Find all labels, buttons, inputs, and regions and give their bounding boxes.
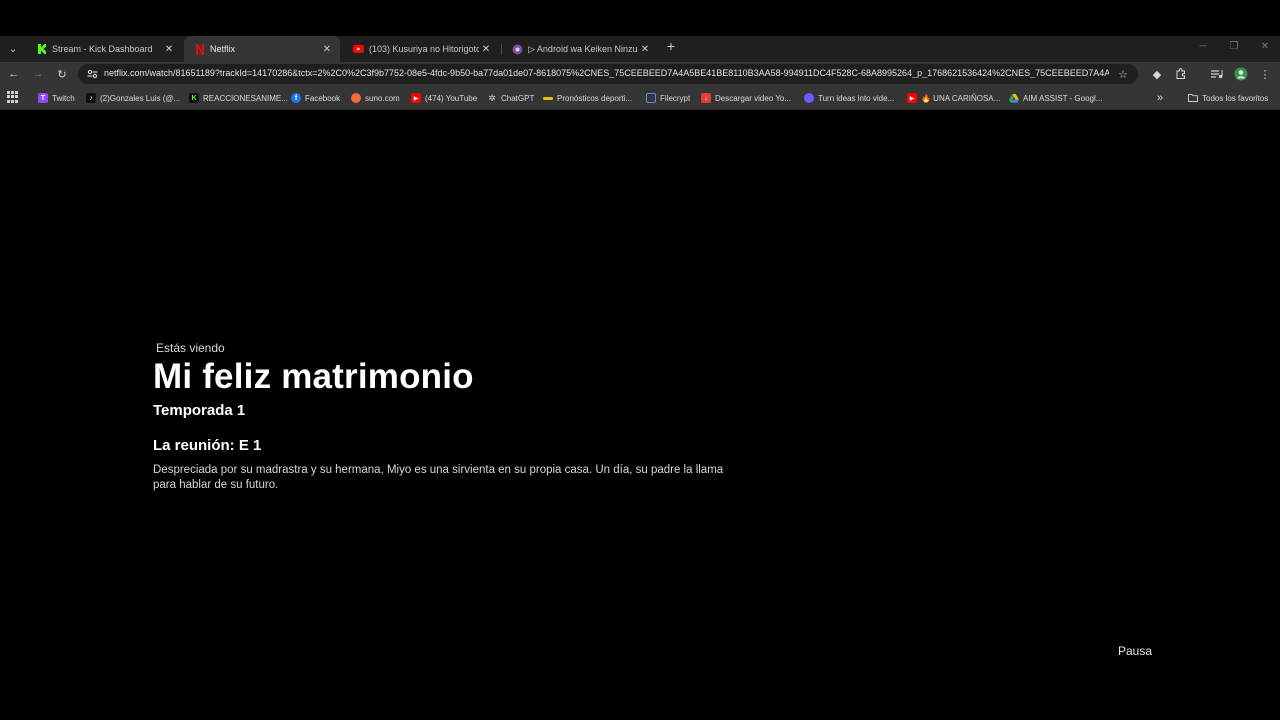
profile-avatar-icon[interactable] <box>1234 67 1248 81</box>
tiktok-icon: ♪ <box>86 93 96 103</box>
tab-netflix[interactable]: Netflix ✕ <box>184 36 340 62</box>
bookmark-descargar-video[interactable]: ↓ Descargar video Yo... <box>701 91 791 105</box>
now-watching-label: Estás viendo <box>156 341 225 355</box>
kick-icon <box>36 44 47 55</box>
close-icon[interactable]: ✕ <box>320 42 334 56</box>
tab-title: Netflix <box>210 44 236 54</box>
video-ai-icon <box>804 93 814 103</box>
window-close-icon[interactable]: ✕ <box>1255 38 1275 54</box>
bookmark-tiktok[interactable]: ♪ (2)Gonzales Luis (@... <box>86 91 180 105</box>
bookmark-label: Pronósticos deporti... <box>557 93 633 103</box>
anime-site-icon <box>512 44 523 55</box>
bookmark-facebook[interactable]: f Facebook <box>291 91 340 105</box>
bookmark-filecrypt[interactable]: Filecrypt <box>646 91 690 105</box>
url-text[interactable]: netflix.com/watch/81651189?trackId=14170… <box>104 68 1109 78</box>
bookmark-label: Facebook <box>305 93 341 103</box>
back-arrow-icon[interactable]: ← <box>7 67 21 81</box>
youtube-icon: ▶ <box>411 93 421 103</box>
minimize-icon[interactable]: ─ <box>1193 38 1213 54</box>
tab-title: Stream - Kick Dashboard <box>52 44 153 54</box>
netflix-icon <box>194 43 205 55</box>
chevron-double-right-icon: » <box>1157 92 1164 104</box>
close-icon[interactable]: ✕ <box>162 42 176 56</box>
new-tab-button[interactable]: + <box>664 39 678 53</box>
tab-title: (103) Kusuriya no Hitorigoto C <box>369 44 479 54</box>
close-icon[interactable]: ✕ <box>479 42 493 56</box>
bookmark-label: suno.com <box>365 93 400 103</box>
episode-title: La reunión: E 1 <box>153 437 262 454</box>
tab-title: ▷ Android wa Keiken Ninzuu n <box>528 43 638 54</box>
screen-top-area <box>0 0 1280 36</box>
bookmark-star-icon[interactable]: ☆ <box>1116 67 1130 81</box>
bookmark-turn-ideas[interactable]: Turn ideas into vide... <box>804 91 894 105</box>
close-icon[interactable]: ✕ <box>638 42 652 56</box>
bookmarks-overflow-button[interactable]: » <box>1157 91 1163 105</box>
apps-grid-icon[interactable] <box>7 91 19 103</box>
show-title: Mi feliz matrimonio <box>153 357 474 396</box>
bookmark-label: Filecrypt <box>660 93 691 103</box>
tab-search-icon[interactable]: ⌄ <box>4 40 22 58</box>
media-controls-icon[interactable] <box>1210 67 1224 81</box>
download-icon: ↓ <box>701 93 711 103</box>
forward-arrow-icon[interactable]: → <box>31 67 45 81</box>
more-menu-icon[interactable]: ⋮ <box>1258 67 1272 81</box>
bookmark-una-carinosa[interactable]: ▶ 🔥 UNA CARIÑOSA... <box>907 91 1000 105</box>
address-bar[interactable]: netflix.com/watch/81651189?trackId=14170… <box>78 64 1138 84</box>
tab-kick-dashboard[interactable]: Stream - Kick Dashboard ✕ <box>26 36 182 62</box>
suno-icon <box>351 93 361 103</box>
extension-diamond-icon[interactable]: ◆ <box>1150 67 1164 81</box>
youtube-icon <box>353 44 364 55</box>
bookmark-aim-assist[interactable]: AIM ASSIST - Googl... <box>1009 91 1102 105</box>
season-label: Temporada 1 <box>153 402 246 419</box>
bookmark-twitch[interactable]: T Twitch <box>38 91 75 105</box>
bookmark-label: AIM ASSIST - Googl... <box>1023 93 1103 103</box>
bookmark-label: (474) YouTube <box>425 93 478 103</box>
bookmark-label: 🔥 UNA CARIÑOSA... <box>921 93 1001 103</box>
bookmark-label: Todos los favoritos <box>1202 93 1269 103</box>
filecrypt-icon <box>646 93 656 103</box>
dash-icon <box>543 96 553 100</box>
kick-icon: K <box>189 93 199 103</box>
bookmark-label: Turn ideas into vide... <box>818 93 895 103</box>
twitch-icon: T <box>38 93 48 103</box>
bookmark-youtube[interactable]: ▶ (474) YouTube <box>411 91 477 105</box>
bookmark-label: Descargar video Yo... <box>715 93 792 103</box>
pause-indicator: Pausa <box>1118 644 1153 658</box>
bookmark-label: REACCIONESANIME... <box>203 93 288 103</box>
bookmark-label: ChatGPT <box>501 93 535 103</box>
youtube-icon: ▶ <box>907 93 917 103</box>
bookmark-label: (2)Gonzales Luis (@... <box>100 93 181 103</box>
bookmarks-bar: T Twitch ♪ (2)Gonzales Luis (@... K REAC… <box>0 86 1280 110</box>
all-bookmarks-folder[interactable]: Todos los favoritos <box>1188 91 1268 105</box>
reload-icon[interactable]: ↻ <box>55 67 69 81</box>
bookmark-pronosticos[interactable]: Pronósticos deporti... <box>543 91 632 105</box>
tab-kusuriya[interactable]: (103) Kusuriya no Hitorigoto C ✕ <box>343 36 499 62</box>
bookmark-label: Twitch <box>52 93 75 103</box>
browser-toolbar: ← → ↻ netflix.com/watch/81651189?trackId… <box>0 62 1280 86</box>
tab-strip: ⌄ Stream - Kick Dashboard ✕ Netflix ✕ (1… <box>0 36 1280 62</box>
episode-synopsis: Despreciada por su madrastra y su herman… <box>153 464 724 491</box>
bookmark-suno[interactable]: suno.com <box>351 91 400 105</box>
google-drive-icon <box>1009 93 1019 103</box>
site-settings-icon[interactable] <box>85 67 99 81</box>
bookmark-reaccionesanime[interactable]: K REACCIONESANIME... <box>189 91 288 105</box>
folder-icon <box>1188 93 1198 103</box>
facebook-icon: f <box>291 93 301 103</box>
tab-android-wa-keiken[interactable]: ▷ Android wa Keiken Ninzuu n ✕ <box>502 36 658 62</box>
restore-icon[interactable]: ❐ <box>1224 38 1244 54</box>
extensions-puzzle-icon[interactable] <box>1174 67 1188 81</box>
chatgpt-icon: ✲ <box>488 92 496 103</box>
bookmark-chatgpt[interactable]: ✲ ChatGPT <box>487 91 534 105</box>
